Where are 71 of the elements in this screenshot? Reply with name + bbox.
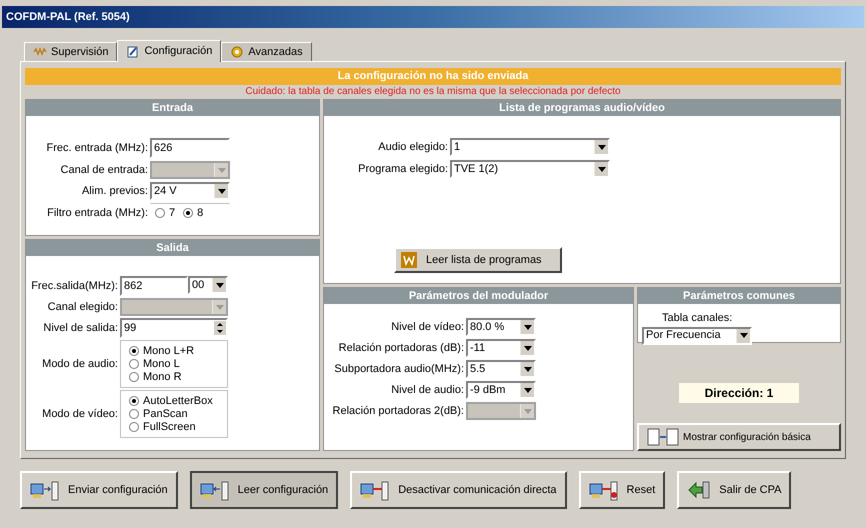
radio-button[interactable] bbox=[129, 346, 139, 356]
status-banner: La configuración no ha sido enviada bbox=[25, 68, 841, 85]
field-label: Modo de vídeo: bbox=[41, 406, 118, 422]
radio-label: FullScreen bbox=[143, 422, 196, 432]
radio-button[interactable] bbox=[129, 396, 139, 406]
tab[interactable]: Supervisión bbox=[24, 42, 118, 61]
input-field[interactable]: 862 bbox=[120, 276, 188, 296]
dropdown[interactable]: 24 V bbox=[150, 182, 230, 200]
panel-header: Entrada bbox=[26, 100, 319, 116]
radio-label: Mono R bbox=[143, 372, 182, 382]
dropdown[interactable]: -11 bbox=[466, 339, 536, 357]
spin-arrows-icon[interactable] bbox=[214, 321, 226, 335]
dropdown[interactable]: 5.5 bbox=[466, 360, 536, 378]
field-label: Canal de entrada: bbox=[60, 162, 148, 178]
tab[interactable]: Avanzadas bbox=[221, 42, 312, 61]
radio-label: PanScan bbox=[143, 408, 188, 420]
radio-label: 7 bbox=[169, 206, 176, 221]
show-basic-config-button[interactable]: Mostrar configuración básica bbox=[637, 423, 841, 451]
tab[interactable]: Configuración bbox=[117, 40, 222, 62]
read-programs-button[interactable]: Leer lista de programas bbox=[394, 247, 562, 273]
field-label: Frec. entrada (MHz): bbox=[46, 140, 148, 156]
warning-text: Cuidado: la tabla de canales elegida no es la misma que la seleccionada por defecto bbox=[244, 85, 622, 99]
dropdown[interactable]: 1 bbox=[450, 138, 610, 156]
action-button[interactable]: Salir de CPA bbox=[677, 471, 792, 509]
field-label: Nivel de audio: bbox=[390, 382, 464, 398]
action-button[interactable]: Desactivar comunicación directa bbox=[350, 471, 567, 509]
gear-icon bbox=[230, 45, 244, 59]
wave-icon bbox=[33, 47, 47, 57]
dropdown[interactable]: TVE 1(2) bbox=[450, 160, 610, 178]
dropdown[interactable]: -9 dBm bbox=[466, 381, 536, 399]
documents-icon bbox=[647, 428, 679, 446]
panel-header: Parámetros comunes bbox=[638, 288, 840, 304]
dropdown[interactable]: 00 bbox=[188, 276, 228, 294]
address-label: Dirección: 1 bbox=[679, 383, 799, 403]
radio-button[interactable] bbox=[129, 372, 139, 382]
radio-button[interactable] bbox=[129, 359, 139, 369]
radio-button[interactable] bbox=[129, 422, 139, 432]
field-label: Frec.salida(MHz): bbox=[30, 278, 118, 294]
field-label: Tabla canales: bbox=[661, 311, 734, 326]
field-label: Modo de audio: bbox=[41, 356, 118, 372]
list-icon bbox=[400, 251, 418, 269]
radio-label: Mono L+R bbox=[143, 346, 194, 356]
window-title: COFDM-PAL (Ref. 5054) bbox=[2, 6, 864, 28]
panel-header: Salida bbox=[26, 240, 319, 256]
field-label: Relación portadoras (dB): bbox=[338, 340, 464, 356]
radio-button[interactable] bbox=[183, 208, 194, 218]
field-label: Audio elegido: bbox=[377, 140, 448, 155]
field-label: Nivel de salida: bbox=[42, 320, 118, 336]
dropdown[interactable]: Por Frecuencia bbox=[642, 326, 752, 344]
radio-label: AutoLetterBox bbox=[143, 396, 213, 406]
field-label: Canal elegido: bbox=[46, 300, 118, 315]
field-label: Alim. previos: bbox=[80, 184, 148, 199]
radio-label: 8 bbox=[197, 206, 204, 221]
exit-icon bbox=[687, 480, 712, 500]
panel-header: Lista de programas audio/vídeo bbox=[324, 100, 840, 116]
radio-button[interactable] bbox=[129, 409, 139, 419]
input-field[interactable]: 626 bbox=[150, 138, 230, 158]
tools-icon bbox=[126, 44, 140, 58]
field-label: Subportadora audio(MHz): bbox=[333, 362, 464, 377]
field-label: Filtro entrada (MHz): bbox=[46, 206, 148, 221]
action-button[interactable]: Enviar configuración bbox=[20, 471, 178, 509]
action-button[interactable]: Leer configuración bbox=[190, 471, 338, 509]
action-button[interactable]: Reset bbox=[578, 471, 666, 509]
field-label: Relación portadoras 2(dB): bbox=[332, 404, 464, 419]
field-label: Programa elegido: bbox=[357, 162, 448, 177]
dropdown[interactable]: 80.0 % bbox=[466, 318, 536, 336]
radio-button[interactable] bbox=[155, 208, 165, 218]
field-label: Nivel de vídeo: bbox=[390, 320, 464, 335]
panel-header: Parámetros del modulador bbox=[324, 288, 633, 304]
radio-label: Mono L bbox=[143, 358, 180, 370]
spin-field[interactable]: 99 bbox=[120, 318, 228, 338]
